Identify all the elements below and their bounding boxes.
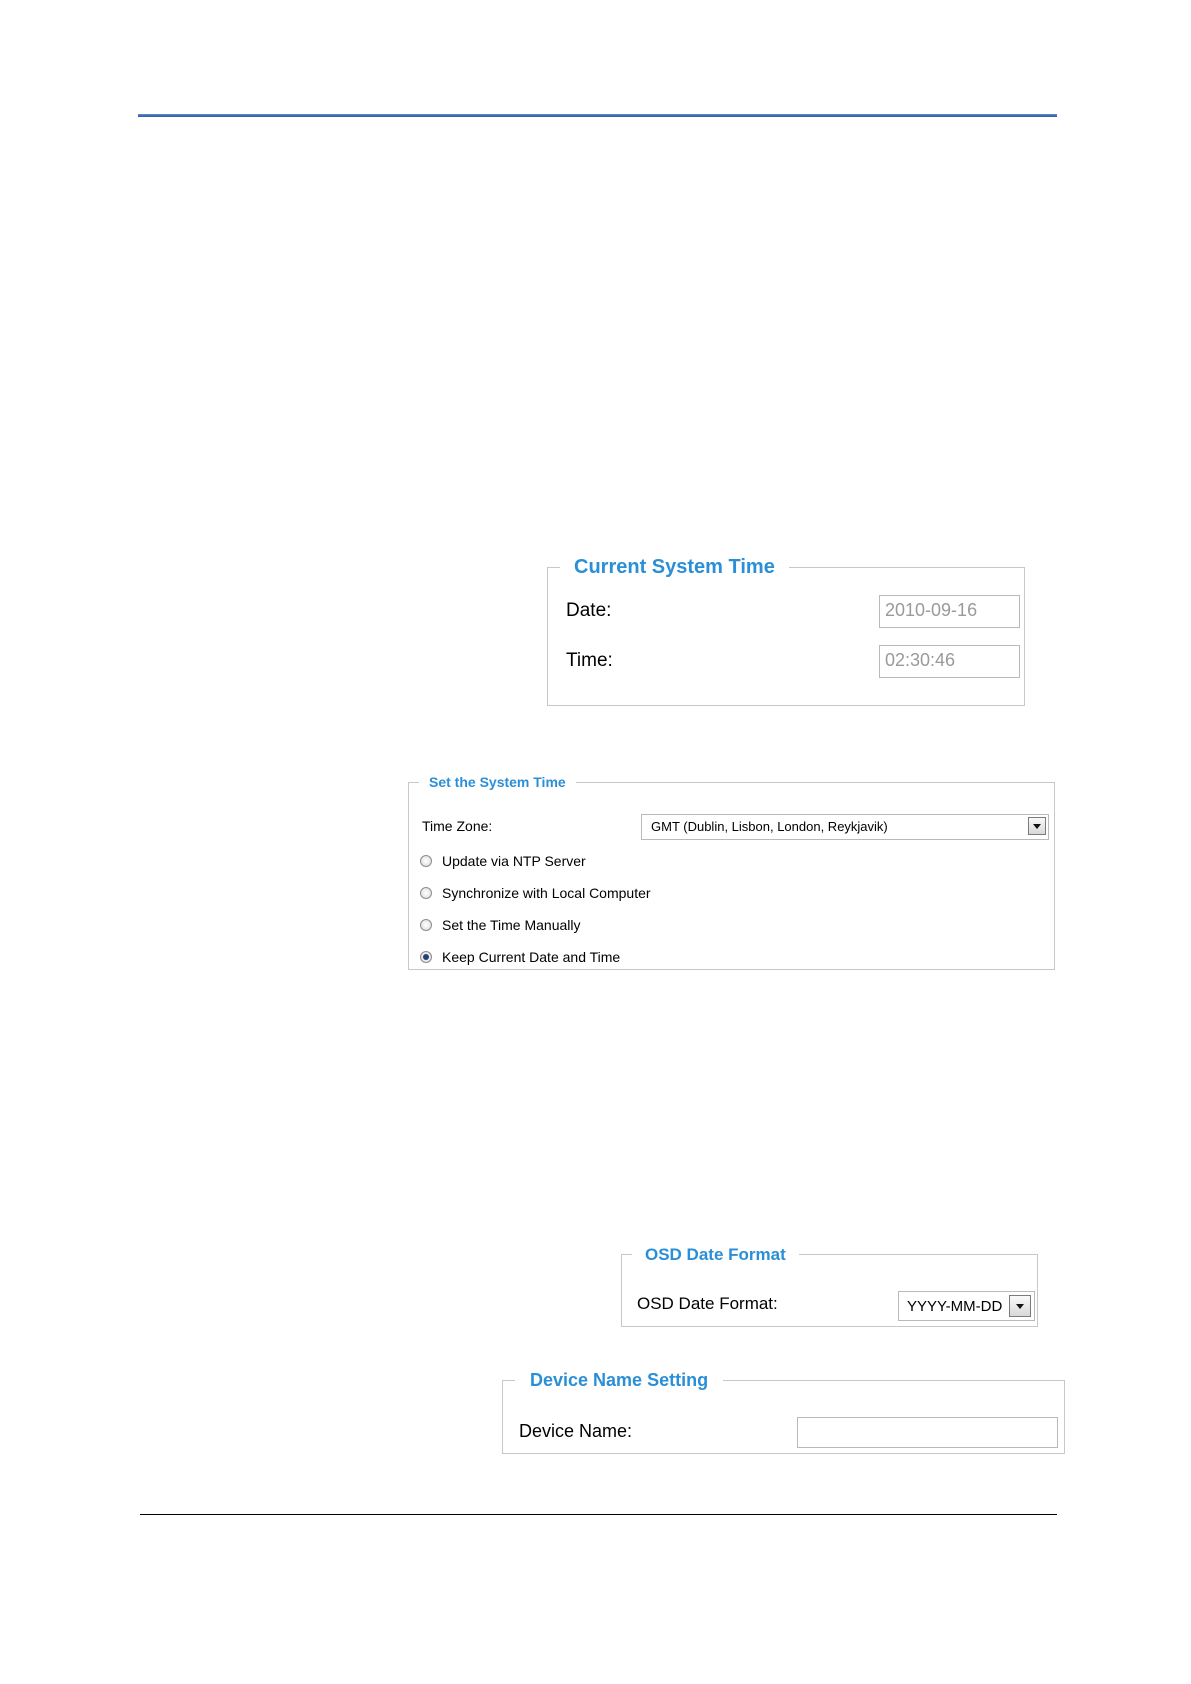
osd-date-format-title: OSD Date Format [645,1245,786,1264]
osd-date-format-select[interactable]: YYYY-MM-DD [898,1291,1035,1321]
set-system-time-panel: Set the System Time Time Zone: GMT (Dubl… [408,774,1055,970]
radio-selected-icon[interactable] [420,951,432,963]
chevron-down-icon[interactable] [1028,817,1046,835]
time-zone-select[interactable]: GMT (Dublin, Lisbon, London, Reykjavik) [641,814,1049,840]
device-name-setting-panel: Device Name Setting Device Name: [502,1370,1065,1454]
radio-icon[interactable] [420,855,432,867]
osd-date-format-panel: OSD Date Format OSD Date Format: YYYY-MM… [621,1245,1038,1327]
current-system-time-title: Current System Time [574,556,775,578]
device-name-label: Device Name: [519,1421,633,1441]
radio-label: Update via NTP Server [442,853,586,869]
time-zone-value: GMT (Dublin, Lisbon, London, Reykjavik) [651,819,888,834]
footer-rule [140,1514,1057,1515]
current-system-time-panel: Current System Time Date: 2010-09-16 Tim… [547,556,1025,706]
header-rule [138,114,1057,117]
device-name-input[interactable] [797,1417,1058,1448]
device-name-setting-title: Device Name Setting [530,1370,709,1390]
radio-label: Synchronize with Local Computer [442,885,651,901]
set-system-time-title: Set the System Time [429,774,566,790]
time-zone-label: Time Zone: [422,818,493,834]
radio-label: Set the Time Manually [442,917,581,933]
date-label: Date: [566,600,612,621]
osd-date-format-label: OSD Date Format: [637,1294,778,1313]
radio-label: Keep Current Date and Time [442,949,621,965]
radio-icon[interactable] [420,887,432,899]
radio-icon[interactable] [420,919,432,931]
osd-date-format-value: YYYY-MM-DD [907,1298,1003,1315]
time-field: 02:30:46 [879,645,1020,678]
date-field: 2010-09-16 [879,595,1020,628]
time-label: Time: [566,650,613,671]
chevron-down-icon[interactable] [1009,1295,1031,1317]
